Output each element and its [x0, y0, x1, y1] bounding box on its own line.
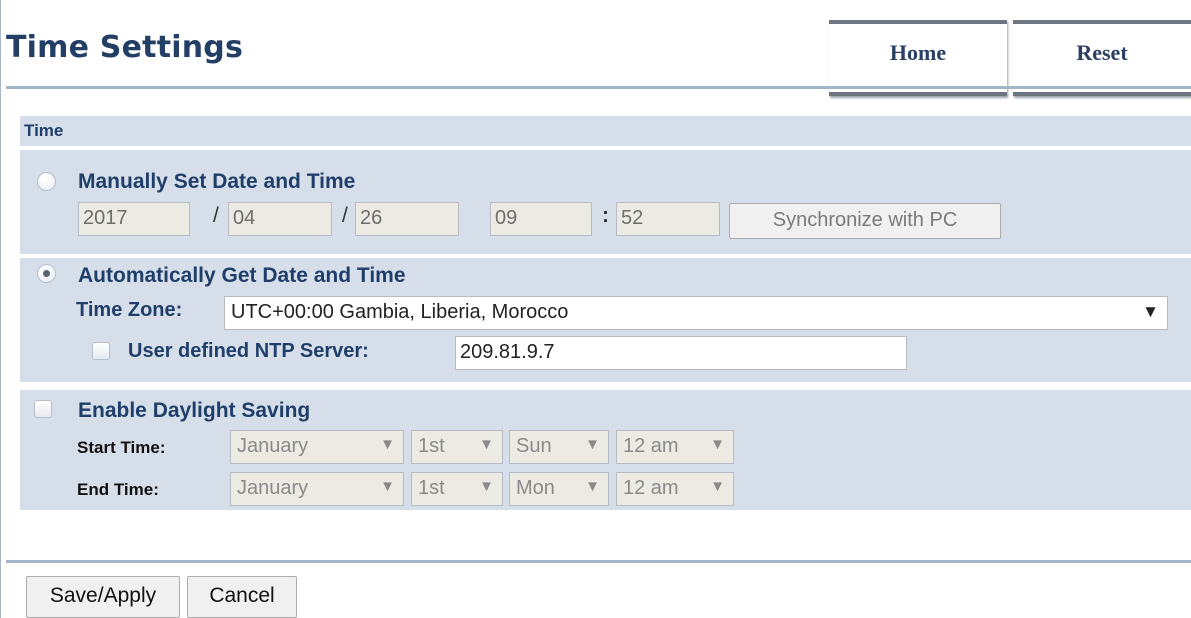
section-title: Time	[24, 121, 64, 140]
home-button[interactable]: Home	[829, 20, 1007, 96]
start-month-select[interactable]: January ▼	[230, 430, 404, 464]
start-day-value: Sun	[516, 435, 552, 457]
chevron-down-icon: ▼	[380, 436, 395, 453]
hour-input[interactable]: 09	[490, 202, 592, 236]
reset-button[interactable]: Reset	[1013, 20, 1191, 96]
daylight-saving-label: Enable Daylight Saving	[78, 399, 311, 422]
start-hour-select[interactable]: 12 am ▼	[616, 430, 734, 464]
chevron-down-icon: ▼	[1142, 302, 1159, 321]
end-month-value: January	[237, 477, 309, 499]
section-header: Time	[20, 116, 1191, 146]
start-time-label: Start Time:	[77, 438, 166, 457]
footer-divider	[6, 560, 1191, 563]
start-hour-value: 12 am	[623, 435, 679, 457]
start-day-select[interactable]: Sun ▼	[509, 430, 609, 464]
time-separator: :	[602, 204, 609, 227]
daylight-saving-checkbox[interactable]	[34, 400, 52, 418]
chevron-down-icon: ▼	[710, 436, 725, 453]
timezone-value: UTC+00:00 Gambia, Liberia, Morocco	[231, 301, 569, 323]
timezone-label: Time Zone:	[76, 299, 183, 321]
automatic-time-radio[interactable]	[37, 264, 56, 283]
chevron-down-icon: ▼	[710, 478, 725, 495]
timezone-select[interactable]: UTC+00:00 Gambia, Liberia, Morocco ▼	[224, 296, 1168, 330]
chevron-down-icon: ▼	[380, 478, 395, 495]
chevron-down-icon: ▼	[585, 436, 600, 453]
date-separator: /	[342, 204, 348, 227]
chevron-down-icon: ▼	[479, 436, 494, 453]
end-hour-select[interactable]: 12 am ▼	[616, 472, 734, 506]
page-title: Time Settings	[6, 30, 244, 65]
time-settings-page: Time Settings Home Reset Time Manually S…	[0, 0, 1191, 618]
date-separator: /	[213, 204, 219, 227]
end-hour-value: 12 am	[623, 477, 679, 499]
ntp-server-checkbox[interactable]	[92, 342, 110, 360]
start-week-select[interactable]: 1st ▼	[411, 430, 503, 464]
manual-time-label: Manually Set Date and Time	[78, 170, 356, 193]
cancel-button[interactable]: Cancel	[187, 576, 297, 618]
automatic-time-label: Automatically Get Date and Time	[78, 264, 406, 287]
start-week-value: 1st	[418, 435, 445, 457]
ntp-server-label: User defined NTP Server:	[128, 340, 369, 362]
save-apply-button[interactable]: Save/Apply	[26, 576, 180, 618]
header-divider	[6, 86, 1191, 89]
left-border	[0, 0, 1, 618]
end-time-label: End Time:	[77, 480, 159, 499]
manual-time-panel	[20, 150, 1191, 254]
chevron-down-icon: ▼	[585, 478, 600, 495]
end-day-select[interactable]: Mon ▼	[509, 472, 609, 506]
end-week-value: 1st	[418, 477, 445, 499]
start-month-value: January	[237, 435, 309, 457]
end-day-value: Mon	[516, 477, 555, 499]
ntp-server-input[interactable]: 209.81.9.7	[455, 336, 907, 370]
chevron-down-icon: ▼	[479, 478, 494, 495]
end-month-select[interactable]: January ▼	[230, 472, 404, 506]
day-input[interactable]: 26	[355, 202, 459, 236]
month-input[interactable]: 04	[228, 202, 332, 236]
minute-input[interactable]: 52	[616, 202, 720, 236]
year-input[interactable]: 2017	[78, 202, 190, 236]
end-week-select[interactable]: 1st ▼	[411, 472, 503, 506]
manual-time-radio[interactable]	[37, 172, 56, 191]
synchronize-with-pc-button[interactable]: Synchronize with PC	[729, 203, 1001, 239]
